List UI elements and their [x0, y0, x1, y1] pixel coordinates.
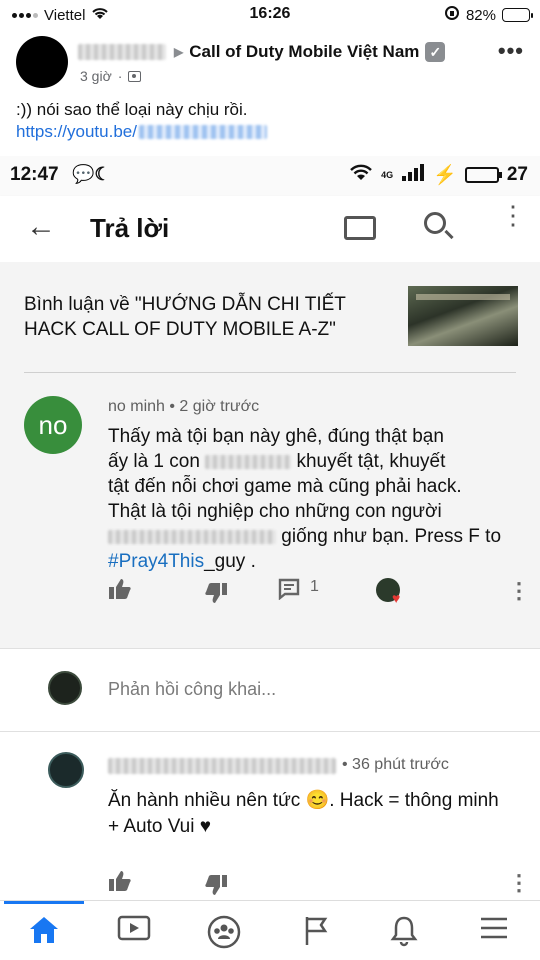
charging-icon: ⚡: [433, 165, 457, 186]
post-text: :)) nói sao thể loại này chịu rồi.: [16, 100, 248, 119]
replier-name-redacted[interactable]: [108, 758, 336, 774]
bottom-navigation: [0, 900, 540, 960]
post-meta: 3 giờ ·: [80, 68, 142, 84]
embedded-screenshot: 12:47 💬☾ 4G ⚡ 27 ← Trả lời ⋮ Bình luận v…: [0, 156, 540, 960]
author-line: ▶ Call of Duty Mobile Việt Nam ✓: [78, 42, 446, 62]
ios-status-right: 82%: [444, 5, 533, 25]
comment-text: giống như bạn. Press F to: [281, 526, 502, 547]
reply-body: Ăn hành nhiều nên tức 😊. Hack = thông mi…: [108, 790, 499, 837]
reply-input[interactable]: Phản hồi công khai...: [108, 679, 276, 700]
more-vert-icon[interactable]: ⋮: [500, 202, 526, 228]
video-about-text: Bình luận về "HƯỚNG DẪN CHI TIẾT HACK CA…: [24, 294, 346, 340]
commenter-avatar[interactable]: no: [24, 396, 82, 454]
hashtag-link[interactable]: #Pray4This: [108, 551, 204, 572]
like-icon[interactable]: [108, 578, 132, 605]
chat-moon-icons: 💬☾: [72, 164, 111, 184]
dislike-icon[interactable]: [204, 874, 228, 901]
search-icon[interactable]: [424, 212, 446, 234]
top-comment: no no minh • 2 giờ trước Thấy mà tội bạn…: [0, 380, 540, 646]
back-arrow-icon[interactable]: ←: [26, 210, 56, 244]
battery-icon: [502, 8, 533, 22]
redacted-word: [205, 454, 292, 469]
group-name[interactable]: Call of Duty Mobile Việt Nam: [189, 42, 419, 62]
group-privacy-icon: [128, 70, 142, 82]
comment-meta: no minh • 2 giờ trước: [108, 398, 260, 415]
groups-icon[interactable]: [206, 915, 242, 949]
active-tab-indicator: [4, 901, 84, 904]
like-icon[interactable]: [108, 870, 132, 897]
video-thumbnail[interactable]: [408, 286, 518, 346]
comment-text: _guy .: [204, 551, 256, 572]
post-link[interactable]: https://youtu.be/: [16, 122, 267, 142]
network-type: 4G: [381, 170, 394, 180]
comment-line: ấy là 1 con khuyết tật, khuyết: [108, 449, 518, 474]
pages-flag-icon[interactable]: [298, 915, 334, 947]
redacted-word: [108, 529, 276, 544]
author-name-redacted[interactable]: [78, 44, 166, 60]
reply-toolbar: ← Trả lời ⋮: [0, 196, 540, 262]
more-vert-icon[interactable]: ⋮: [508, 578, 530, 604]
post-time[interactable]: 3 giờ: [80, 68, 112, 84]
page-title: Trả lời: [90, 213, 170, 243]
notifications-bell-icon[interactable]: [386, 915, 422, 947]
divider: [24, 372, 516, 373]
home-icon[interactable]: [26, 915, 62, 947]
battery-percent: 82%: [465, 6, 496, 24]
cell-signal-icon: [401, 163, 425, 187]
rotation-lock-icon: [444, 5, 460, 25]
reply-actions: ⋮: [108, 870, 530, 901]
user-avatar: [48, 671, 82, 705]
replier-avatar[interactable]: [48, 752, 84, 788]
triangle-right-icon: ▶: [174, 45, 184, 59]
link-redacted[interactable]: [138, 125, 267, 139]
post-link-text[interactable]: https://youtu.be/: [16, 122, 137, 142]
reply-time: • 36 phút trước: [342, 756, 449, 773]
android-status-bar: 12:47 💬☾ 4G ⚡ 27: [0, 156, 540, 196]
comment-line: Thật là tội nghiệp cho những con người: [108, 501, 442, 522]
comment-actions: 1 ♥ ⋮: [108, 578, 530, 609]
menu-hamburger-icon[interactable]: [476, 915, 512, 947]
comment-line: Thấy mà tội bạn này ghê, đúng thật bạn: [108, 426, 444, 447]
battery-icon: [464, 167, 502, 183]
cast-icon[interactable]: [344, 216, 376, 240]
comment-body: Thấy mà tội bạn này ghê, đúng thật bạn ấ…: [108, 424, 518, 574]
ios-status-bar: Viettel 16:26 82%: [0, 0, 540, 30]
verified-badge-icon: ✓: [425, 42, 446, 62]
comment-line: tật đến nỗi chơi game mà cũng phải hack.: [108, 476, 462, 497]
reply-count[interactable]: 1: [310, 578, 319, 596]
comment-text: ấy là 1 con: [108, 451, 200, 472]
android-clock: 12:47: [10, 164, 59, 185]
author-avatar[interactable]: [16, 36, 68, 88]
heart-icon: ♥: [392, 590, 401, 606]
android-battery-level: 27: [506, 164, 528, 185]
wifi-icon: [349, 163, 373, 187]
comment-line: #Pray4This_guy .: [108, 549, 518, 574]
video-context[interactable]: Bình luận về "HƯỚNG DẪN CHI TIẾT HACK CA…: [0, 262, 540, 380]
more-vert-icon[interactable]: ⋮: [508, 870, 530, 896]
android-status-right: 4G ⚡ 27: [349, 163, 528, 187]
reply-count-icon[interactable]: [278, 578, 300, 605]
reply-comment: • 36 phút trước Ăn hành nhiều nên tức 😊.…: [0, 732, 540, 902]
reply-input-row[interactable]: Phản hồi công khai...: [0, 648, 540, 732]
comment-text: khuyết tật, khuyết: [296, 451, 446, 472]
post-header: ▶ Call of Duty Mobile Việt Nam ✓ 3 giờ ·…: [0, 30, 540, 96]
watch-video-icon[interactable]: [116, 915, 152, 947]
dislike-icon[interactable]: [204, 582, 228, 609]
dot-separator: ·: [117, 68, 123, 84]
comment-line: giống như bạn. Press F to: [108, 524, 518, 549]
more-options-icon[interactable]: •••: [498, 38, 524, 64]
